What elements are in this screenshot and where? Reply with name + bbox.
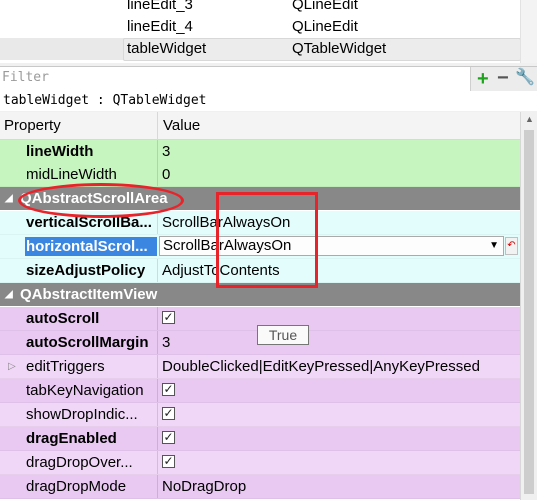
- header-property[interactable]: Property: [4, 117, 61, 134]
- object-name: tableWidget: [127, 40, 207, 57]
- property-name: dragDropOver...: [26, 454, 133, 471]
- column-divider: [157, 451, 158, 474]
- object-name: lineEdit_4: [127, 18, 193, 35]
- current-object-text: tableWidget : QTableWidget: [3, 93, 207, 108]
- checkbox[interactable]: ✓: [162, 383, 175, 396]
- object-name: lineEdit_3: [127, 0, 193, 13]
- column-divider: [157, 211, 158, 234]
- object-row[interactable]: lineEdit_3 QLineEdit: [0, 0, 520, 16]
- property-name: autoScrollMargin: [26, 334, 149, 351]
- property-value[interactable]: DoubleClicked|EditKeyPressed|AnyKeyPress…: [162, 355, 480, 378]
- checkbox[interactable]: ✓: [162, 407, 175, 420]
- object-row-selected[interactable]: tableWidget QTableWidget: [0, 38, 521, 61]
- property-name: horizontalScrol...: [26, 238, 148, 255]
- current-object-label: tableWidget : QTableWidget: [0, 91, 537, 111]
- column-divider: [157, 427, 158, 450]
- property-row-linewidth[interactable]: lineWidth 3: [0, 140, 520, 164]
- scrollbar-thumb[interactable]: [524, 130, 534, 494]
- expand-triangle-icon[interactable]: ▷: [8, 355, 16, 378]
- column-divider: [157, 307, 158, 330]
- plus-icon[interactable]: +: [477, 69, 489, 89]
- table-header: Property Value: [0, 112, 520, 140]
- property-name: lineWidth: [26, 143, 94, 160]
- object-row[interactable]: lineEdit_4 QLineEdit: [0, 16, 520, 38]
- checkbox[interactable]: ✓: [162, 455, 175, 468]
- property-name: editTriggers: [26, 358, 105, 375]
- property-row-dragdropmode[interactable]: dragDropMode NoDragDrop: [0, 475, 520, 499]
- checkbox[interactable]: ✓: [162, 431, 175, 444]
- collapse-triangle-icon[interactable]: ◢: [5, 187, 13, 210]
- column-divider: [157, 403, 158, 426]
- property-name: dragDropMode: [26, 478, 127, 495]
- object-inspector-list: lineEdit_3 QLineEdit lineEdit_4 QLineEdi…: [0, 0, 537, 63]
- object-list-scrollbar[interactable]: [520, 0, 537, 63]
- property-name: autoScroll: [26, 310, 100, 327]
- property-table-scrollbar[interactable]: ▲: [520, 112, 537, 500]
- property-name-selected: horizontalScrol...: [25, 237, 157, 256]
- value-combobox[interactable]: ScrollBarAlwaysOn ▼: [159, 236, 504, 256]
- header-divider: [157, 112, 158, 139]
- collapse-triangle-icon[interactable]: ◢: [5, 283, 13, 306]
- scroll-up-icon[interactable]: ▲: [525, 114, 534, 124]
- property-name: tabKeyNavigation: [26, 382, 144, 399]
- property-name: sizeAdjustPolicy: [26, 262, 146, 279]
- property-row-showdropindicator[interactable]: showDropIndic... ✓: [0, 403, 520, 427]
- property-name: dragEnabled: [26, 430, 117, 447]
- property-table: Property Value lineWidth 3 midLineWidth …: [0, 112, 520, 500]
- property-value[interactable]: NoDragDrop: [162, 475, 246, 498]
- property-row-dragenabled[interactable]: dragEnabled ✓: [0, 427, 520, 451]
- property-name: showDropIndic...: [26, 406, 138, 423]
- column-divider: [157, 379, 158, 402]
- property-row-dragdropoverwrite[interactable]: dragDropOver... ✓: [0, 451, 520, 475]
- property-value[interactable]: 3: [162, 331, 170, 354]
- checkbox[interactable]: ✓: [162, 311, 175, 324]
- column-divider: [157, 475, 158, 498]
- wrench-icon[interactable]: 🔧: [515, 69, 535, 87]
- property-row-edittriggers[interactable]: ▷ editTriggers DoubleClicked|EditKeyPres…: [0, 355, 520, 379]
- column-divider: [157, 259, 158, 282]
- reset-icon[interactable]: ↶: [505, 237, 518, 255]
- property-row-tabkeynavigation[interactable]: tabKeyNavigation ✓: [0, 379, 520, 403]
- header-value[interactable]: Value: [163, 117, 200, 134]
- minus-icon[interactable]: −: [497, 68, 509, 88]
- column-divider: [157, 163, 158, 186]
- property-value[interactable]: 0: [162, 163, 170, 186]
- object-class: QLineEdit: [292, 18, 358, 35]
- column-divider: [157, 355, 158, 378]
- object-class: QTableWidget: [292, 40, 387, 57]
- filter-buttons: + − 🔧: [470, 67, 537, 91]
- column-divider: [157, 140, 158, 163]
- annotation-rectangle: [216, 192, 318, 288]
- object-class: QLineEdit: [292, 0, 358, 13]
- group-label: QAbstractItemView: [20, 286, 158, 303]
- annotation-ellipse: [18, 183, 184, 218]
- filter-bar: Filter + − 🔧: [0, 66, 537, 92]
- tooltip: True: [257, 325, 309, 345]
- property-value[interactable]: 3: [162, 140, 170, 163]
- column-divider: [157, 331, 158, 354]
- filter-input[interactable]: Filter: [2, 70, 49, 85]
- chevron-down-icon[interactable]: ▼: [489, 237, 499, 255]
